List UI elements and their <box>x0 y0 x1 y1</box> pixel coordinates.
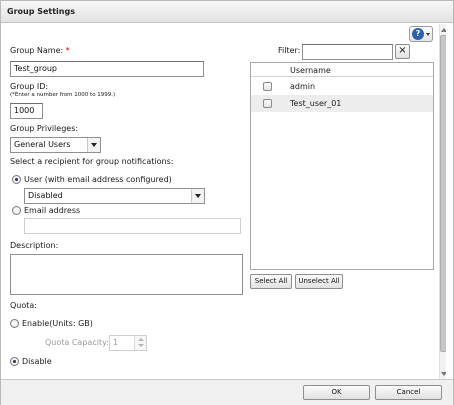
group-privileges-select[interactable]: General Users <box>10 137 101 153</box>
radio-email-label: Email address <box>24 206 81 215</box>
description-textarea[interactable] <box>10 254 243 295</box>
help-button[interactable]: ? <box>409 26 433 42</box>
select-all-button[interactable]: Select All <box>250 274 292 289</box>
group-id-input[interactable]: 1000 <box>10 103 43 119</box>
dialog-title: Group Settings <box>7 7 75 16</box>
user-checkbox[interactable] <box>263 99 272 108</box>
quota-capacity-value: 1 <box>113 338 119 347</box>
user-notification-value: Disabled <box>28 191 63 200</box>
group-name-label-text: Group Name: <box>10 46 64 55</box>
radio-user[interactable] <box>12 175 21 184</box>
group-id-hint: (*Enter a number from 1000 to 1999.) <box>10 92 116 98</box>
column-header-username: Username <box>290 66 331 75</box>
filter-input[interactable] <box>302 44 393 60</box>
cancel-button[interactable]: Cancel <box>375 385 442 400</box>
radio-email[interactable] <box>12 206 21 215</box>
radio-quota-enable[interactable] <box>10 319 19 328</box>
group-id-label: Group ID: <box>10 82 49 91</box>
filter-label: Filter: <box>278 46 301 55</box>
user-checkbox[interactable] <box>263 82 272 91</box>
radio-quota-disable-label: Disable <box>22 357 52 366</box>
list-item[interactable]: admin <box>251 78 433 95</box>
radio-quota-enable-label: Enable(Units: GB) <box>22 319 93 328</box>
user-notification-select[interactable]: Disabled <box>24 188 205 204</box>
required-mark: * <box>65 46 70 55</box>
email-address-field[interactable] <box>24 218 241 234</box>
group-name-label: Group Name: * <box>10 46 70 55</box>
radio-quota-disable[interactable] <box>10 357 19 366</box>
notifications-label: Select a recipient for group notificatio… <box>10 157 174 166</box>
quota-label: Quota: <box>10 301 37 310</box>
group-name-input[interactable]: Test_group <box>10 61 204 77</box>
close-icon: × <box>398 45 407 56</box>
group-privileges-label: Group Privileges: <box>10 124 79 133</box>
quota-capacity-stepper[interactable]: 1 <box>109 335 147 351</box>
help-icon: ? <box>412 28 424 40</box>
scroll-down-icon[interactable] <box>441 372 446 376</box>
user-list: Username admin Test_user_01 <box>250 62 434 270</box>
scroll-up-icon[interactable] <box>441 28 446 32</box>
chevron-down-icon <box>191 189 204 203</box>
quota-capacity-label: Quota Capacity: <box>45 338 109 347</box>
group-privileges-value: General Users <box>14 140 71 149</box>
vertical-scrollbar[interactable] <box>439 24 446 379</box>
chevron-down-icon <box>426 33 430 36</box>
user-list-header: Username <box>251 63 433 77</box>
stepper-arrows-icon[interactable] <box>134 336 146 350</box>
dialog-titlebar: Group Settings <box>1 1 453 23</box>
ok-button[interactable]: OK <box>303 385 370 400</box>
list-item[interactable]: Test_user_01 <box>251 95 433 112</box>
group-settings-dialog: Group Settings ? Group Name: * Test_grou… <box>0 0 454 405</box>
username-cell: admin <box>290 82 316 91</box>
clear-filter-button[interactable]: × <box>395 44 410 59</box>
radio-user-label: User (with email address configured) <box>24 175 172 184</box>
username-cell: Test_user_01 <box>290 99 342 108</box>
chevron-down-icon <box>87 138 100 152</box>
scrollbar-thumb[interactable] <box>440 35 446 352</box>
description-label: Description: <box>10 241 59 250</box>
dialog-content: ? Group Name: * Test_group Group ID: (*E… <box>2 24 446 379</box>
dialog-footer: OK Cancel <box>1 379 453 405</box>
unselect-all-button[interactable]: Unselect All <box>295 274 343 289</box>
